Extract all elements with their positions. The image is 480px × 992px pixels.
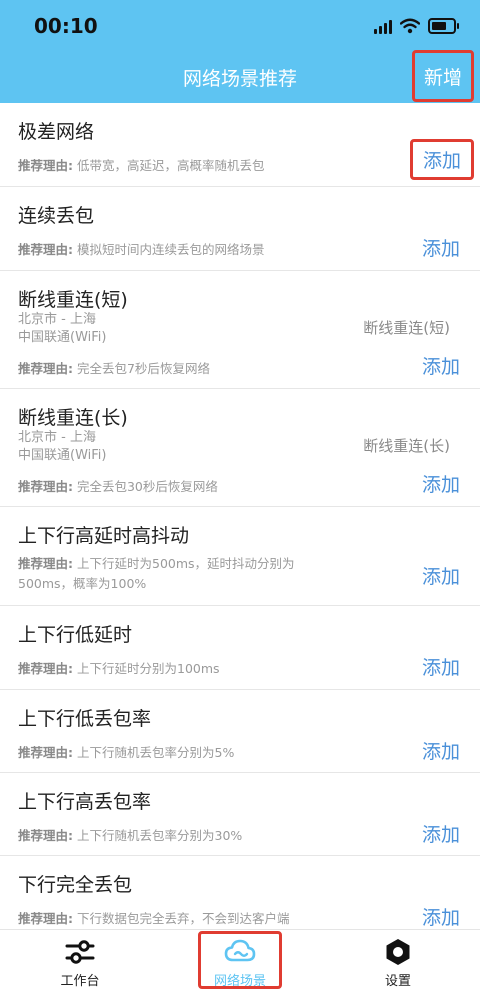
add-button[interactable]: 添加: [422, 562, 460, 589]
item-reason: 推荐理由: 上下行随机丢包率分别为30%: [18, 828, 243, 843]
add-button[interactable]: 添加: [422, 903, 460, 930]
item-reason: 推荐理由: 下行数据包完全丢弃，不会到达客户端: [18, 911, 290, 926]
item-title: 连续丢包: [18, 205, 95, 227]
add-button[interactable]: 添加: [422, 470, 460, 497]
cellular-signal-icon: [374, 18, 392, 34]
list-item: 断线重连(短) 北京市 - 上海 中国联通(WiFi) 断线重连(短) 推荐理由…: [0, 271, 480, 389]
item-title: 上下行低延时: [18, 624, 133, 646]
tab-label: 网络场景: [213, 974, 266, 989]
list-item: 上下行低丢包率 推荐理由: 上下行随机丢包率分别为5% 添加: [0, 690, 480, 773]
item-location: 北京市 - 上海: [18, 430, 96, 445]
item-title: 上下行低丢包率: [18, 708, 152, 730]
item-carrier: 中国联通(WiFi): [18, 330, 107, 345]
list-item: 上下行高延时高抖动 推荐理由: 上下行延时为500ms，延时抖动分别为 500m…: [0, 507, 480, 606]
wifi-icon: [400, 18, 420, 34]
item-title: 断线重连(长): [18, 407, 128, 429]
sliders-icon: [65, 940, 95, 964]
item-title: 极差网络: [18, 121, 95, 143]
app-header: 00:10 网络场景推荐 新增: [0, 0, 480, 103]
add-button[interactable]: 添加: [422, 653, 460, 680]
item-reason: 推荐理由: 模拟短时间内连续丢包的网络场景: [18, 242, 265, 257]
add-button[interactable]: 添加: [422, 737, 460, 764]
tab-settings[interactable]: 设置: [338, 930, 458, 992]
item-reason: 推荐理由: 上下行延时分别为100ms: [18, 661, 220, 676]
list-item: 上下行高丢包率 推荐理由: 上下行随机丢包率分别为30% 添加: [0, 773, 480, 856]
item-title: 断线重连(短): [18, 289, 128, 311]
item-reason: 推荐理由: 完全丢包7秒后恢复网络: [18, 361, 210, 376]
hexagon-settings-icon: [386, 939, 410, 965]
item-reason: 推荐理由: 低带宽，高延迟，高概率随机丢包: [18, 158, 265, 173]
list-item: 极差网络 推荐理由: 低带宽，高延迟，高概率随机丢包 添加: [0, 103, 480, 187]
item-carrier: 中国联通(WiFi): [18, 448, 107, 463]
list-item: 断线重连(长) 北京市 - 上海 中国联通(WiFi) 断线重连(长) 推荐理由…: [0, 389, 480, 507]
item-location: 北京市 - 上海: [18, 312, 96, 327]
status-time: 00:10: [34, 14, 98, 38]
item-title: 上下行高延时高抖动: [18, 525, 190, 547]
add-button[interactable]: 添加: [409, 139, 474, 180]
list-item: 连续丢包 推荐理由: 模拟短时间内连续丢包的网络场景 添加: [0, 187, 480, 271]
item-tag: 断线重连(长): [363, 437, 450, 455]
item-title: 上下行高丢包率: [18, 791, 152, 813]
add-button[interactable]: 添加: [422, 234, 460, 261]
tab-label: 设置: [384, 974, 411, 989]
item-tag: 断线重连(短): [363, 319, 450, 337]
item-reason-cont: 500ms，概率为100%: [18, 576, 147, 591]
list-item: 下行完全丢包 推荐理由: 下行数据包完全丢弃，不会到达客户端 添加: [0, 856, 480, 940]
status-icons: [374, 17, 459, 35]
add-button[interactable]: 添加: [422, 820, 460, 847]
tab-network-scene[interactable]: 网络场景: [180, 930, 300, 992]
list-item: 上下行低延时 推荐理由: 上下行延时分别为100ms 添加: [0, 606, 480, 690]
item-reason: 推荐理由: 完全丢包30秒后恢复网络: [18, 479, 218, 494]
add-scene-button[interactable]: 新增: [412, 50, 474, 102]
scene-list: 极差网络 推荐理由: 低带宽，高延迟，高概率随机丢包 添加 连续丢包 推荐理由:…: [0, 103, 480, 940]
item-title: 下行完全丢包: [18, 874, 133, 896]
add-button[interactable]: 添加: [422, 352, 460, 379]
tab-label: 工作台: [60, 974, 100, 989]
page-title: 网络场景推荐: [182, 68, 297, 90]
item-reason: 推荐理由: 上下行随机丢包率分别为5%: [18, 745, 235, 760]
cloud-icon: [224, 939, 256, 962]
tab-bar: 工作台 网络场景 设置: [0, 929, 480, 992]
battery-icon: [428, 18, 459, 34]
status-bar: 00:10: [0, 0, 480, 50]
item-reason: 推荐理由: 上下行延时为500ms，延时抖动分别为: [18, 556, 295, 571]
tab-workbench[interactable]: 工作台: [20, 930, 140, 992]
